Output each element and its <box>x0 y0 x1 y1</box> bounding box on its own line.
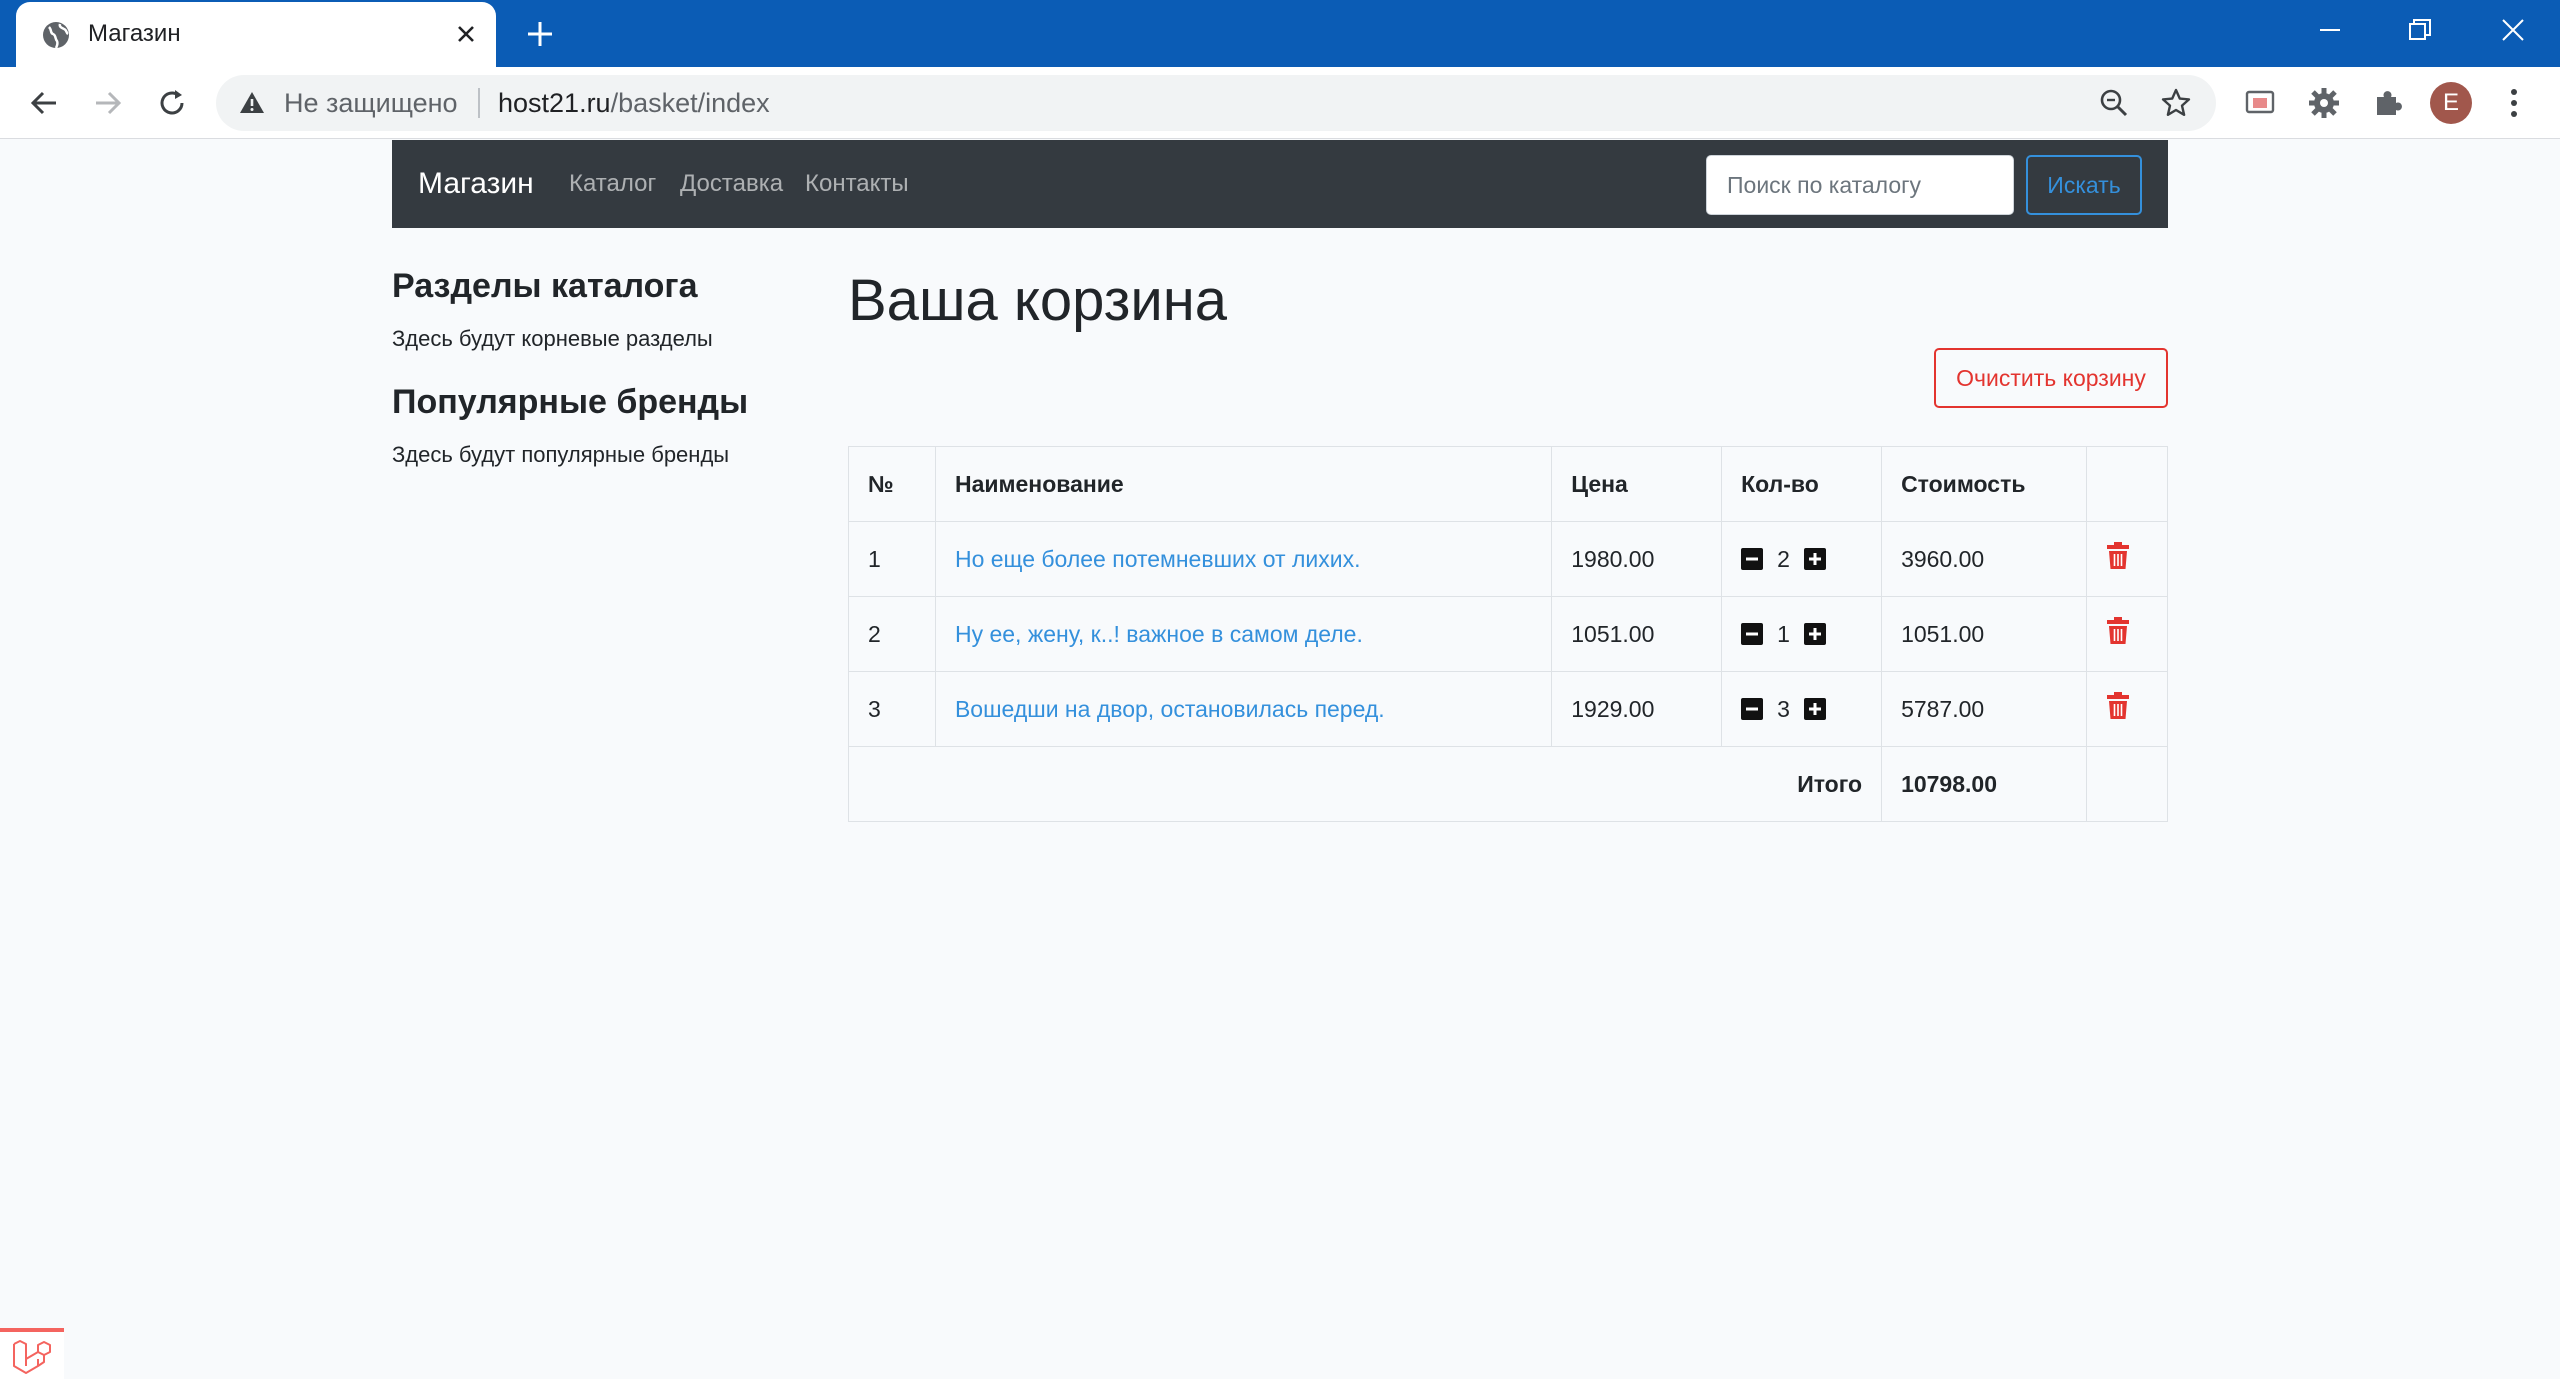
window-close-icon[interactable] <box>2468 0 2558 60</box>
search-button[interactable]: Искать <box>2026 155 2142 215</box>
address-divider <box>478 88 480 118</box>
extension-gear-icon[interactable] <box>2302 81 2346 125</box>
browser-tab[interactable]: Магазин <box>16 2 496 67</box>
product-name-cell: Вошедши на двор, остановилась перед. <box>934 671 1553 747</box>
reload-icon[interactable] <box>148 79 196 127</box>
row-number: 3 <box>848 671 936 747</box>
trash-icon[interactable] <box>2106 617 2130 645</box>
plus-square-icon[interactable] <box>1803 623 1826 645</box>
sidebar-text-brands: Здесь будут популярные бренды <box>392 442 730 467</box>
product-link[interactable]: Вошедши на двор, остановилась перед. <box>955 696 1385 722</box>
product-name-cell: Но еще более потемневших от лихих. <box>934 521 1553 597</box>
price-cell: 1051.00 <box>1551 596 1723 672</box>
row-number: 1 <box>848 521 936 597</box>
header-quantity: Кол-во <box>1721 446 1883 522</box>
minus-square-icon[interactable] <box>1741 698 1764 720</box>
plus-square-icon[interactable] <box>1803 698 1826 720</box>
minus-square-icon[interactable] <box>1741 548 1764 570</box>
restore-icon[interactable] <box>2375 0 2465 60</box>
total-empty-cell <box>2085 746 2169 822</box>
warning-triangle-icon[interactable] <box>238 89 266 117</box>
tab-title: Магазин <box>88 20 181 47</box>
kebab-menu-icon[interactable] <box>2492 81 2536 125</box>
trash-icon[interactable] <box>2106 542 2130 570</box>
product-link[interactable]: Но еще более потемневших от лихих. <box>955 546 1361 572</box>
table-row: 1 Но еще более потемневших от лихих. 198… <box>848 521 2169 597</box>
header-price: Цена <box>1551 446 1723 522</box>
quantity-value: 2 <box>1777 545 1790 572</box>
minimize-icon[interactable] <box>2285 0 2375 60</box>
sidebar-heading-brands: Популярные бренды <box>392 383 749 421</box>
cost-cell: 5787.00 <box>1881 671 2087 747</box>
clear-basket-button[interactable]: Очистить корзину <box>1934 348 2168 408</box>
table-row: 2 Ну ее, жену, к..! важное в самом деле.… <box>848 596 2169 672</box>
header-name: Наименование <box>934 446 1553 522</box>
table-header-row: № Наименование Цена Кол-во Стоимость <box>848 446 2169 522</box>
cast-icon[interactable] <box>2238 81 2282 125</box>
nav-link-contacts[interactable]: Контакты <box>805 169 909 199</box>
quantity-value: 3 <box>1777 695 1790 722</box>
nav-link-delivery[interactable]: Доставка <box>680 169 783 199</box>
forward-arrow-icon[interactable] <box>84 79 132 127</box>
quantity-value: 1 <box>1777 620 1790 647</box>
extensions-puzzle-icon[interactable] <box>2366 81 2410 125</box>
plus-square-icon[interactable] <box>1803 548 1826 570</box>
total-row: Итого 10798.00 <box>847 746 2169 822</box>
product-name-cell: Ну ее, жену, к..! важное в самом деле. <box>934 596 1553 672</box>
remove-cell <box>2085 521 2169 597</box>
nav-link-catalog[interactable]: Каталог <box>569 169 656 199</box>
quantity-cell: 3 <box>1721 671 1883 747</box>
url-text[interactable]: host21.ru/basket/index <box>498 88 770 118</box>
cost-cell: 1051.00 <box>1881 596 2087 672</box>
basket-table: № Наименование Цена Кол-во Стоимость 1 Н… <box>847 446 2169 822</box>
zoom-icon[interactable] <box>2096 85 2132 121</box>
header-actions <box>2085 446 2169 522</box>
catalog-search-input[interactable] <box>1706 155 2014 215</box>
total-label: Итого <box>847 746 1883 822</box>
globe-icon <box>40 19 72 51</box>
sidebar-text-sections: Здесь будут корневые разделы <box>392 326 713 351</box>
browser-tab-strip: Магазин <box>0 0 2560 67</box>
remove-cell <box>2085 671 2169 747</box>
security-label[interactable]: Не защищено <box>284 88 458 118</box>
laravel-debugbar-icon[interactable] <box>0 1328 64 1379</box>
sidebar-heading-sections: Разделы каталога <box>392 267 698 305</box>
quantity-cell: 2 <box>1721 521 1883 597</box>
navbar-brand[interactable]: Магазин <box>418 166 534 202</box>
remove-cell <box>2085 596 2169 672</box>
product-link[interactable]: Ну ее, жену, к..! важное в самом деле. <box>955 621 1363 647</box>
row-number: 2 <box>848 596 936 672</box>
minus-square-icon[interactable] <box>1741 623 1764 645</box>
table-row: 3 Вошедши на двор, остановилась перед. 1… <box>848 671 2169 747</box>
total-value: 10798.00 <box>1881 746 2087 822</box>
site-navbar: Магазин Каталог Доставка Контакты Искать <box>392 140 2168 228</box>
profile-avatar[interactable]: E <box>2430 82 2472 124</box>
page-title: Ваша корзина <box>848 268 1228 333</box>
price-cell: 1980.00 <box>1551 521 1723 597</box>
back-arrow-icon[interactable] <box>20 79 68 127</box>
quantity-cell: 1 <box>1721 596 1883 672</box>
bookmark-star-icon[interactable] <box>2158 85 2194 121</box>
cost-cell: 3960.00 <box>1881 521 2087 597</box>
price-cell: 1929.00 <box>1551 671 1723 747</box>
header-cost: Стоимость <box>1881 446 2087 522</box>
browser-toolbar: Не защищено host21.ru/basket/index E <box>0 67 2560 139</box>
trash-icon[interactable] <box>2106 692 2130 720</box>
new-tab-plus-icon[interactable] <box>518 14 562 54</box>
tab-close-icon[interactable] <box>448 16 484 52</box>
address-bar[interactable]: Не защищено host21.ru/basket/index <box>216 75 2216 131</box>
header-number: № <box>848 446 936 522</box>
